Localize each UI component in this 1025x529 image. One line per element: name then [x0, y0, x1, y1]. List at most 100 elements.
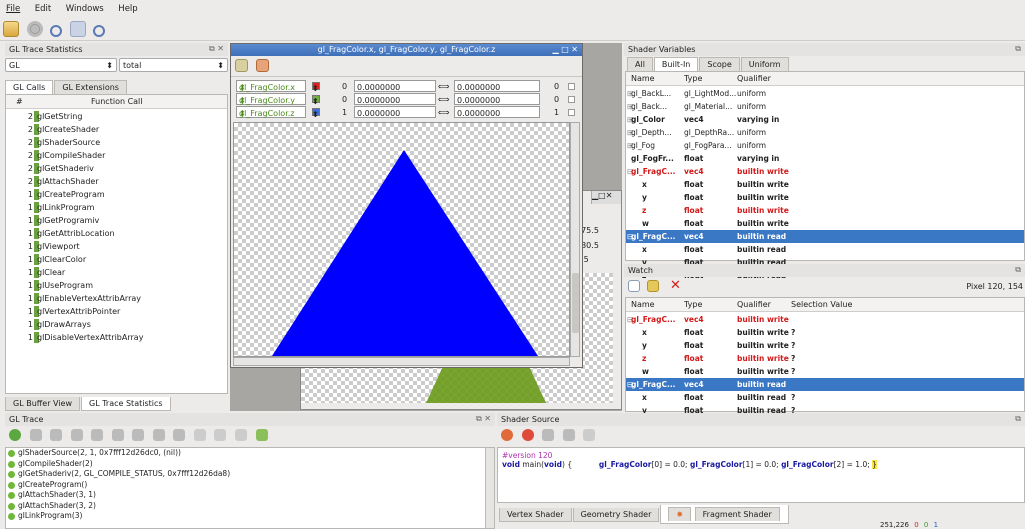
table-row[interactable]: y float builtin write	[626, 191, 1024, 204]
zoom-icon[interactable]	[50, 25, 63, 37]
table-row[interactable]: 2 glGetString	[6, 110, 227, 123]
table-row[interactable]: x float builtin write	[626, 178, 1024, 191]
col-function-call[interactable]: Function Call	[91, 95, 143, 109]
table-row[interactable]: ⊞ gl_Fog gl_FogPara... uniform	[626, 139, 1024, 152]
table-row[interactable]: y float builtin write?	[626, 339, 1024, 352]
tab-uniform[interactable]: Uniform	[740, 57, 789, 71]
tab-fragment-shader[interactable]: ✹ Fragment Shader	[660, 505, 789, 524]
col-qualifier[interactable]: Qualifier	[737, 72, 771, 86]
fast-forward-icon[interactable]	[152, 429, 165, 441]
jump-draw-icon[interactable]	[111, 429, 124, 441]
table-row[interactable]: 2 glCreateShader	[6, 123, 227, 136]
screenshot-icon[interactable]	[235, 429, 248, 441]
list-item[interactable]: glShaderSource(2, 1, 0x7fff12d26dc0, (ni…	[6, 448, 494, 459]
table-row[interactable]: 1 glGetProgramiv	[6, 214, 227, 227]
table-row[interactable]: w float builtin write	[626, 217, 1024, 230]
source-editor[interactable]: #version 120 void main(void) { gl_FragCo…	[497, 447, 1025, 503]
col-selection-value[interactable]: Selection Value	[791, 298, 852, 312]
table-row[interactable]: ⊟ gl_FragC... vec4 builtin read	[626, 378, 1024, 391]
table-row[interactable]: 1 glCreateProgram	[6, 188, 227, 201]
channel-checkbox[interactable]	[568, 96, 575, 103]
list-item[interactable]: glAttachShader(3, 1)	[6, 490, 494, 501]
tab-gl-trace-statistics[interactable]: GL Trace Statistics	[81, 397, 171, 411]
table-row[interactable]: x float builtin write?	[626, 326, 1024, 339]
table-row[interactable]: z float builtin write	[626, 204, 1024, 217]
table-row[interactable]: ⊞ gl_BackL... gl_LightMod... uniform	[626, 87, 1024, 100]
table-row[interactable]: x float builtin read?	[626, 391, 1024, 404]
jump-shader-icon[interactable]	[132, 429, 145, 441]
step-icon[interactable]	[29, 429, 42, 441]
table-row[interactable]: gl_FogFr... float varying in	[626, 152, 1024, 165]
save-trace-icon[interactable]	[255, 429, 268, 441]
window-controls-icon[interactable]: ▁ □ ✕	[553, 44, 579, 56]
table-row[interactable]: w float builtin write?	[626, 365, 1024, 378]
table-row[interactable]: x float builtin read	[626, 243, 1024, 256]
gear-icon[interactable]	[26, 21, 43, 37]
dock-float-close-icon[interactable]: ⧉ ✕	[476, 414, 491, 424]
channel-max-field[interactable]: 0.0000000	[454, 93, 540, 105]
table-row[interactable]: 1 glClearColor	[6, 253, 227, 266]
col-qualifier[interactable]: Qualifier	[737, 298, 771, 312]
horizontal-scrollbar[interactable]	[233, 357, 570, 366]
dock-float-icon[interactable]: ⧉	[1015, 44, 1021, 54]
col-name[interactable]: Name	[631, 298, 655, 312]
table-row[interactable]: 2 glAttachShader	[6, 175, 227, 188]
jump-icon[interactable]	[91, 429, 104, 441]
link-icon[interactable]: ⟺	[438, 80, 449, 93]
stat-type-select[interactable]: total ⬍	[119, 58, 228, 72]
table-row[interactable]: z float builtin write?	[626, 352, 1024, 365]
zoom-in-icon[interactable]	[69, 21, 86, 37]
channel-select[interactable]: gl_FragColor.x ⬍	[236, 80, 306, 92]
channel-min-field[interactable]: 0.0000000	[354, 80, 436, 92]
tab-all[interactable]: All	[627, 57, 653, 71]
edit-icon[interactable]	[214, 429, 227, 441]
channel-max-field[interactable]: 0.0000000	[454, 106, 540, 118]
table-row[interactable]: ⊟ gl_FragC... vec4 builtin write	[626, 313, 1024, 326]
table-row[interactable]: 1 glDisableVertexAttribArray	[6, 331, 227, 344]
table-row[interactable]: 1 glDrawArrays	[6, 318, 227, 331]
tab-vertex-shader[interactable]: Vertex Shader	[499, 508, 572, 522]
step-over-icon[interactable]	[562, 429, 575, 441]
pause-icon[interactable]	[173, 429, 186, 441]
save-image-icon[interactable]	[255, 59, 269, 72]
table-row[interactable]: 1 glClear	[6, 266, 227, 279]
tab-gl-calls[interactable]: GL Calls	[5, 80, 54, 94]
channel-min-field[interactable]: 0.0000000	[354, 106, 436, 118]
watch-remove-icon[interactable]: ✕	[670, 278, 681, 293]
open-icon[interactable]	[3, 21, 19, 37]
menu-help[interactable]: Help	[112, 0, 143, 14]
channel-select[interactable]: gl_FragColor.z ⬍	[236, 106, 306, 118]
table-row[interactable]: 1 glUseProgram	[6, 279, 227, 292]
scroll-thumb[interactable]	[572, 273, 579, 333]
options-icon[interactable]	[583, 429, 596, 441]
channel-max-field[interactable]: 0.0000000	[454, 80, 540, 92]
list-item[interactable]: glAttachShader(3, 2)	[6, 501, 494, 512]
list-item[interactable]: glGetShaderiv(2, GL_COMPILE_STATUS, 0x7f…	[6, 469, 494, 480]
channel-checkbox[interactable]	[568, 109, 575, 116]
fragcolor-titlebar[interactable]: gl_FragColor.x, gl_FragColor.y, gl_FragC…	[231, 44, 582, 56]
tab-geometry-shader[interactable]: Geometry Shader	[572, 508, 660, 522]
tab-built-in[interactable]: Built-In	[653, 57, 699, 71]
tab-scope[interactable]: Scope	[699, 57, 740, 71]
tab-gl-buffer-view[interactable]: GL Buffer View	[5, 397, 81, 411]
menu-edit[interactable]: Edit	[29, 0, 57, 14]
api-select[interactable]: GL ⬍	[5, 58, 117, 72]
table-row[interactable]: 1 glGetAttribLocation	[6, 227, 227, 240]
menu-file[interactable]: File	[0, 0, 26, 14]
table-row[interactable]: 1 glVertexAttribPointer	[6, 305, 227, 318]
picker-icon[interactable]	[235, 59, 248, 72]
reload-icon[interactable]	[521, 429, 534, 441]
table-row[interactable]: ⊞ gl_Back... gl_Material... uniform	[626, 100, 1024, 113]
list-item[interactable]: glLinkProgram(3)	[6, 511, 494, 522]
table-row[interactable]: ⊟ gl_FragC... vec4 builtin read	[626, 230, 1024, 243]
col-name[interactable]: Name	[631, 72, 655, 86]
compile-icon[interactable]	[501, 429, 513, 441]
zoom-out-icon[interactable]	[93, 25, 106, 37]
skip-icon[interactable]	[70, 429, 83, 441]
step-icon[interactable]	[542, 429, 555, 441]
link-icon[interactable]: ⟺	[438, 93, 449, 106]
step-over-icon[interactable]	[50, 429, 63, 441]
fragcolor-canvas[interactable]	[233, 122, 570, 357]
col-type[interactable]: Type	[684, 72, 702, 86]
list-item[interactable]: glCreateProgram()	[6, 480, 494, 491]
